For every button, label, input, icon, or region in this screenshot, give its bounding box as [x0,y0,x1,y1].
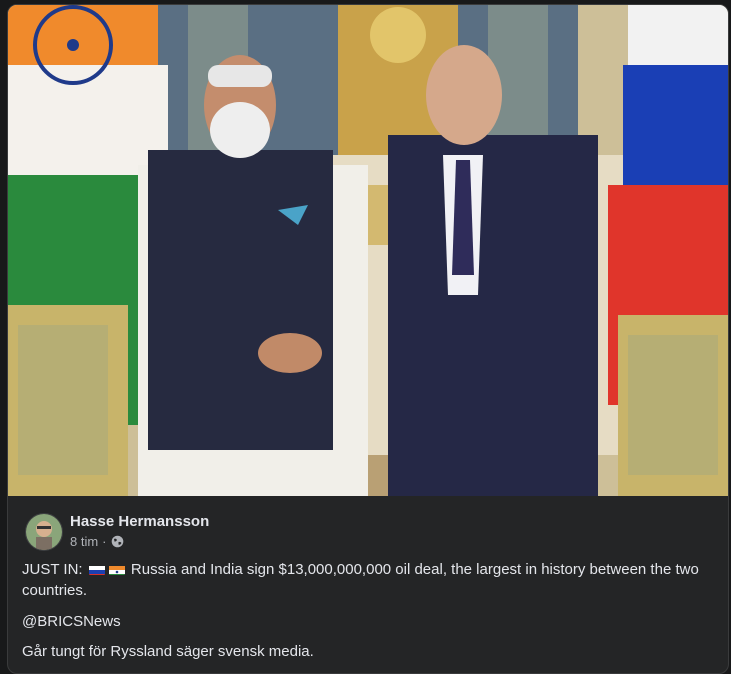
post-text: JUST IN: Russia and India sign $13,000,0… [22,559,712,601]
india-flag-icon [108,563,125,575]
avatar-image [26,514,62,550]
post-comment: Går tungt för Ryssland säger svensk medi… [22,643,314,660]
post-time[interactable]: 8 tim [70,534,98,549]
post-photo[interactable] [8,5,728,496]
handshake-photo [8,5,728,496]
meta-separator: · [102,534,107,549]
russia-flag-icon [88,563,105,575]
author-name[interactable]: Hasse Hermansson [70,513,209,530]
globe-icon[interactable] [111,535,124,548]
post-text-prefix: JUST IN: [22,561,83,578]
post-mention[interactable]: @BRICSNews [22,611,712,632]
author-avatar[interactable] [25,513,63,551]
post-card: Hasse Hermansson 8 tim · JUST IN: Russia… [7,4,729,674]
post-meta: 8 tim · [70,534,124,549]
